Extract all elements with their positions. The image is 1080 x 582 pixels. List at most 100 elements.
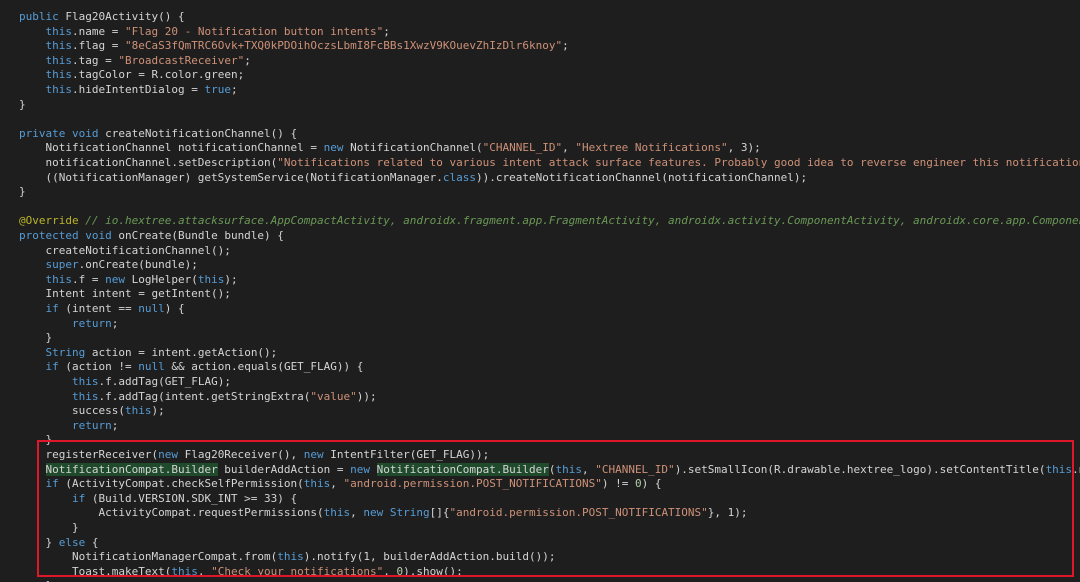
code-token: )).createNotificationChannel(notificatio… [475, 170, 808, 184]
code-editor[interactable]: public Flag20Activity() { this.name = "F… [0, 0, 1080, 582]
code-line: String action = intent.getAction(); [19, 346, 278, 361]
code-token: ; [562, 39, 569, 53]
code-line: this.f.addTag(GET_FLAG); [19, 375, 231, 390]
code-token: "Flag 20 - Notification button intents" [124, 24, 384, 38]
code-token: null [138, 302, 165, 315]
code-token: Flag20Activity() { [58, 10, 185, 23]
code-token: if [45, 360, 59, 374]
code-line: return; [19, 419, 118, 434]
code-token: null [138, 360, 165, 374]
code-token: "8eCaS3fQmTRC6Ovk+TXQ0kPDOihOczsLbmI8FcB… [124, 39, 563, 53]
code-token: // io.hextree.attacksurface.AppCompactAc… [85, 214, 1080, 228]
code-token: IntentFilter(GET_FLAG)); [323, 448, 490, 461]
code-token: void [71, 126, 99, 140]
code-token: new [158, 448, 178, 461]
code-line: return; [19, 317, 118, 332]
code-token: "CHANNEL_ID" [595, 462, 675, 476]
code-token: ActivityCompat.requestPermissions( [19, 506, 324, 520]
code-token: this [197, 272, 225, 286]
code-token: } [19, 433, 53, 447]
code-line: NotificationManagerCompat.from(this).not… [19, 550, 555, 565]
code-token: this [71, 375, 99, 388]
code-token: this [45, 272, 73, 286]
code-token: } [19, 185, 26, 199]
code-line: createNotificationChannel(); [19, 244, 230, 259]
code-token: ) { [641, 477, 662, 491]
code-line: this.tagColor = R.color.green; [19, 68, 245, 83]
code-token: this [277, 550, 304, 564]
code-token: (action != [58, 360, 139, 374]
code-token: , 3); [727, 141, 761, 155]
code-token: }, 1); [707, 506, 748, 520]
code-token: new [303, 448, 324, 461]
code-token: .f = [72, 272, 106, 286]
code-token: , [330, 477, 344, 491]
code-token: (intent == [58, 302, 139, 315]
code-token: new [323, 141, 344, 155]
code-line: this.tag = "BroadcastReceiver"; [19, 54, 251, 69]
code-token: return [71, 418, 112, 432]
code-token: NotificationCompat.Builder [45, 462, 218, 476]
code-token: .name).setContentText( [1072, 462, 1080, 476]
code-token: NotificationChannel( [343, 141, 483, 155]
code-line: if (ActivityCompat.checkSelfPermission(t… [19, 477, 662, 492]
code-token: notificationChannel.setDescription( [19, 156, 278, 169]
code-token: ) { [164, 302, 185, 315]
code-token: super [45, 258, 79, 272]
code-line: private void createNotificationChannel()… [19, 127, 297, 142]
code-line: } [19, 331, 52, 346]
code-token: protected [19, 229, 79, 242]
code-token: .hideIntentDialog = [72, 83, 205, 96]
code-token: ).notify(1, builderAddAction.build()); [303, 550, 556, 564]
code-line: success(this); [19, 404, 165, 419]
code-line: public Flag20Activity() { [19, 10, 185, 25]
code-token: public [19, 10, 59, 23]
code-token: , [562, 141, 576, 155]
code-token: "Check your notifications" [211, 564, 384, 578]
code-token: []{ [429, 506, 450, 520]
code-token: NotificationManagerCompat.from( [19, 550, 278, 564]
code-token: this [45, 24, 73, 38]
code-token: this [1045, 462, 1073, 476]
code-token: LogHelper( [125, 272, 198, 286]
code-token: "android.permission.POST_NOTIFICATIONS" [449, 506, 708, 520]
code-line: } else { [19, 535, 99, 551]
code-token: .name = [72, 24, 125, 38]
code-token: , [197, 564, 212, 578]
code-token: ) != [601, 477, 635, 491]
code-token: this [71, 389, 99, 403]
code-line: Toast.makeText(this, "Check your notific… [19, 565, 463, 580]
code-line: } [19, 433, 52, 448]
code-token: void [85, 229, 112, 242]
code-token: this [45, 53, 73, 67]
code-token: success( [19, 404, 125, 418]
code-token: new [350, 462, 371, 476]
code-token: 0 [634, 477, 642, 491]
code-line: this.name = "Flag 20 - Notification butt… [19, 25, 390, 40]
code-line: NotificationChannel notificationChannel … [19, 141, 761, 156]
code-token: this [124, 404, 152, 418]
code-token: new [105, 272, 125, 286]
code-token: } [19, 331, 53, 345]
code-line: } [19, 98, 26, 113]
code-token: } [19, 521, 79, 534]
code-line: this.f.addTag(intent.getStringExtra("val… [19, 390, 377, 405]
code-token: { [85, 535, 99, 549]
code-token: , [350, 506, 364, 520]
code-token: @Override [19, 214, 79, 228]
code-token: else [58, 535, 86, 549]
code-token: class [442, 170, 476, 184]
code-token: ); [151, 404, 165, 418]
code-token: Toast.makeText( [19, 564, 172, 578]
code-line: } [19, 521, 79, 536]
code-token: registerReceiver( [19, 448, 159, 461]
code-token: if [45, 477, 59, 491]
code-token: onCreate(Bundle bundle) { [111, 229, 284, 242]
